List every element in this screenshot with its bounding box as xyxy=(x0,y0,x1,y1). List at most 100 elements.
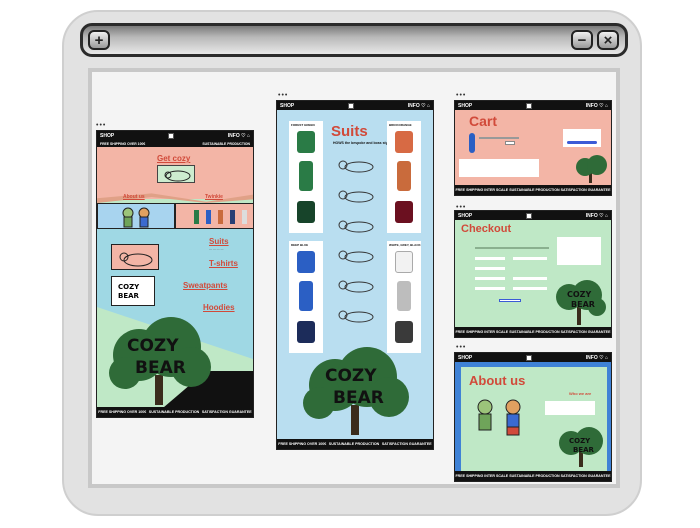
tshirt-green[interactable] xyxy=(297,201,315,223)
logo[interactable] xyxy=(347,102,354,109)
cart-item-text xyxy=(479,137,519,139)
form-field[interactable] xyxy=(513,257,547,260)
footer-item: FREE SHIPPING INTER SCALE xyxy=(455,188,509,192)
pants-orange[interactable] xyxy=(397,161,411,191)
shop-link[interactable]: SHOP xyxy=(280,103,294,109)
hoodie-green[interactable] xyxy=(297,131,315,153)
checkout-nav: SHOP INFO ♡ ⌂ xyxy=(455,211,611,220)
order-summary xyxy=(557,237,601,265)
form-field[interactable] xyxy=(513,287,547,290)
product-column-orange: BRICKORANGE xyxy=(387,121,421,233)
shop-link[interactable]: SHOP xyxy=(458,103,472,109)
suits-footer: FREE SHIPPING OVER 100€ SUSTAINABLE PROD… xyxy=(277,439,433,449)
home-footer: FREE SHIPPING OVER 100€ SUSTAINABLE PROD… xyxy=(97,407,253,417)
suits-subtitle: HOWS the bespoke and boss stylist xyxy=(333,141,393,145)
home-page: SHOP INFO ♡ ⌂ FREE SHIPPING OVER 100€ SU… xyxy=(96,130,254,418)
tree-image xyxy=(576,155,607,183)
quantity-stepper[interactable] xyxy=(505,141,515,145)
logo[interactable] xyxy=(525,354,532,361)
info-link[interactable]: INFO ♡ ⌂ xyxy=(586,355,608,361)
about-page: SHOP INFO ♡ ⌂ About us Who we are COZY B… xyxy=(454,352,612,482)
logo[interactable] xyxy=(167,132,174,139)
footer-item: SUSTAINABLE PRODUCTION xyxy=(328,442,380,446)
footer-item: SUSTAINABLE PRODUCTION xyxy=(509,330,560,334)
svg-text:BEAR: BEAR xyxy=(118,292,140,300)
checkout-button[interactable] xyxy=(567,141,597,144)
form-field[interactable] xyxy=(475,287,505,290)
footer-item: SUSTAINABLE PRODUCTION xyxy=(148,410,200,414)
pants-grey[interactable] xyxy=(397,281,411,311)
frame-dots: ••• xyxy=(96,122,107,129)
footer-item: FREE SHIPPING OVER 100€ xyxy=(278,442,327,446)
svg-text:COZY: COZY xyxy=(118,283,140,291)
form-field[interactable] xyxy=(475,257,505,260)
footer-item: SATISFACTION GUARANTEE xyxy=(560,188,611,192)
tshirt-maroon[interactable] xyxy=(395,201,413,223)
sweatpants-link[interactable]: Sweatpants xyxy=(183,281,227,290)
design-canvas: ••• SHOP INFO ♡ ⌂ FREE SHIPPING OVER 100… xyxy=(88,68,620,488)
hoodie-orange[interactable] xyxy=(395,131,413,153)
promo-right: SUSTAINABLE PRODUCTION xyxy=(202,141,250,146)
app-window: + − × ••• SHOP INFO ♡ ⌂ FREE SHIPPING OV… xyxy=(62,10,642,516)
pants-green[interactable] xyxy=(299,161,313,191)
form-field[interactable] xyxy=(475,267,505,270)
info-link[interactable]: INFO ♡ ⌂ xyxy=(586,213,608,219)
info-link[interactable]: INFO ♡ ⌂ xyxy=(228,133,250,139)
footer-item: SATISFACTION GUARANTEE xyxy=(381,442,432,446)
hero-title[interactable]: Get cozy xyxy=(157,154,190,163)
shop-link[interactable]: SHOP xyxy=(100,133,114,139)
svg-text:COZY: COZY xyxy=(567,290,591,299)
about-text-box xyxy=(545,401,595,415)
footer-item: SATISFACTION GUARANTEE xyxy=(201,410,252,414)
info-link[interactable]: INFO ♡ ⌂ xyxy=(408,103,430,109)
tshirts-link[interactable]: T-shirts xyxy=(209,259,238,268)
checkout-title: Checkout xyxy=(461,223,512,235)
hoodie-blue[interactable] xyxy=(297,251,315,273)
shop-link[interactable]: SHOP xyxy=(458,355,472,361)
logo[interactable] xyxy=(525,102,532,109)
bears-image xyxy=(477,399,521,436)
footer-item: FREE SHIPPING OVER 100€ xyxy=(98,410,147,414)
svg-text:BEAR: BEAR xyxy=(573,446,595,454)
about-link[interactable]: About us xyxy=(123,194,145,200)
plus-icon[interactable]: + xyxy=(88,30,110,50)
minimize-icon[interactable]: − xyxy=(571,30,593,50)
frame-dots: ••• xyxy=(456,344,467,351)
hoodie-white[interactable] xyxy=(395,251,413,273)
hoodies-link[interactable]: Hoodies xyxy=(203,303,235,312)
close-icon[interactable]: × xyxy=(597,30,619,50)
tree-image: COZY BEAR xyxy=(559,427,603,467)
tshirt-black[interactable] xyxy=(395,321,413,343)
svg-text:COZY: COZY xyxy=(569,437,591,445)
checkout-page: SHOP INFO ♡ ⌂ Checkout COZY BEAR FREE SH… xyxy=(454,210,612,338)
about-title: About us xyxy=(469,373,526,388)
group-label: DEEP BLUE xyxy=(291,243,309,247)
product-column-green: FOREST GREEN xyxy=(289,121,323,233)
sweatpants-image: COZY BEAR xyxy=(111,276,155,306)
frame-dots: ••• xyxy=(278,92,289,99)
tree-image: COZY BEAR xyxy=(556,280,606,325)
group-label: FOREST GREEN xyxy=(291,123,315,127)
pants-blue[interactable] xyxy=(299,281,313,311)
cart-footer: FREE SHIPPING INTER SCALE SUSTAINABLE PR… xyxy=(455,185,611,195)
tshirt-navy[interactable] xyxy=(297,321,315,343)
hero-image xyxy=(157,165,195,183)
brand-text-top: COZY xyxy=(127,336,179,356)
svg-text:BEAR: BEAR xyxy=(571,300,595,309)
twins-link[interactable]: Twinkie xyxy=(205,194,223,200)
suits-page: SHOP INFO ♡ ⌂ Suits HOWS the bespoke and… xyxy=(276,100,434,450)
shop-link[interactable]: SHOP xyxy=(458,213,472,219)
form-field[interactable] xyxy=(513,277,547,280)
footer-item: SUSTAINABLE PRODUCTION xyxy=(509,188,560,192)
bears-image xyxy=(97,203,175,229)
brand-text-bottom: BEAR xyxy=(135,358,186,378)
suits-title: Suits xyxy=(331,123,368,140)
footer-item: FREE SHIPPING INTER SCALE xyxy=(455,474,509,478)
svg-text:COZY: COZY xyxy=(325,366,377,386)
suits-link[interactable]: Suits xyxy=(209,237,229,246)
logo[interactable] xyxy=(525,212,532,219)
pay-button[interactable] xyxy=(499,299,521,302)
form-field[interactable] xyxy=(475,277,505,280)
group-label: WHITE, GREY, BLACK xyxy=(389,243,421,247)
info-link[interactable]: INFO ♡ ⌂ xyxy=(586,103,608,109)
